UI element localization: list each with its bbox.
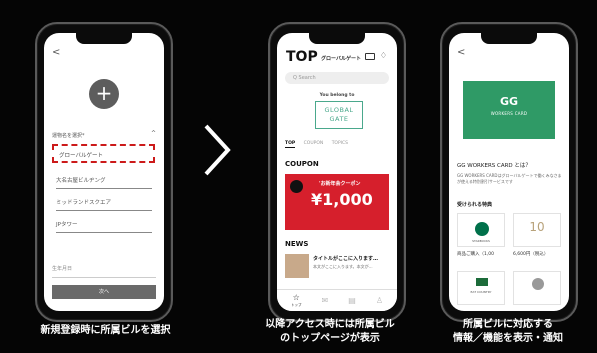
phone-mockup-registration: < + 運物名を選択* ^ グローバルゲート 大名古屋ビルヂング ミッドランドス…	[35, 22, 173, 322]
phone-notch	[481, 33, 537, 44]
coupon-badge	[290, 180, 303, 193]
perk-caption: 商品ご購入（1,00	[457, 252, 495, 257]
back-icon[interactable]: <	[457, 47, 465, 58]
tab-topics[interactable]: TOPICS	[332, 141, 348, 146]
perk-card-other[interactable]	[513, 271, 561, 305]
nav-top[interactable]: ☆ トップ	[291, 293, 302, 308]
star-icon: ☆	[292, 293, 300, 302]
nav-mail[interactable]: ✉	[322, 296, 329, 306]
birthdate-input[interactable]	[52, 277, 156, 278]
card-about-body: GG WORKERS CARDはグローバルゲートで働くみなさまが使える特別割引サ…	[457, 173, 562, 184]
perks-heading: 受けられる特典	[457, 202, 493, 208]
perk-card-starbucks[interactable]: STARBUCKS	[457, 213, 505, 247]
coupon-banner[interactable]: 'お新年会クーポン ¥1,000	[285, 174, 389, 230]
add-photo-icon[interactable]: +	[89, 79, 119, 109]
coupon-subtitle: 'お新年会クーポン	[319, 181, 361, 187]
ten-logo-icon: 10	[529, 220, 545, 234]
search-input[interactable]: Q Search	[285, 72, 389, 84]
page-title: TOP	[286, 49, 318, 65]
shop-logo-icon	[532, 278, 544, 290]
coupon-heading: COUPON	[285, 160, 319, 168]
building-option-global-gate[interactable]: グローバルゲート	[52, 144, 155, 163]
caption-card: 所属ビルに対応する 情報／機能を表示・通知	[418, 318, 597, 346]
user-icon: ♙	[375, 295, 383, 305]
shop-logo-icon	[476, 278, 488, 286]
bottom-nav: ☆ トップ ✉ ▤ ♙	[277, 289, 397, 311]
phone-mockup-top: TOP グローバルゲート ♢ Q Search You belong to GL…	[268, 22, 406, 322]
caption-line: 所属ビルに対応する	[463, 319, 553, 330]
card-subtitle: WORKERS CARD	[490, 111, 528, 116]
tab-bar: TOP COUPON TOPICS	[285, 141, 355, 148]
global-gate-logo: GLOBAL GATE	[315, 101, 363, 129]
tab-coupon[interactable]: COUPON	[304, 141, 324, 146]
phone-notch	[76, 33, 132, 44]
news-title[interactable]: タイトルがここに入ります…	[313, 255, 378, 262]
registration-screen: < + 運物名を選択* ^ グローバルゲート 大名古屋ビルヂング ミッドランドス…	[44, 33, 164, 311]
caption-top: 以降アクセス時には所属ビル のトップページが表示	[240, 318, 420, 346]
chevron-up-icon[interactable]: ^	[151, 130, 156, 137]
caption-line: 以降アクセス時には所属ビル	[265, 319, 395, 330]
chevron-right-icon	[204, 124, 231, 176]
news-heading: NEWS	[285, 240, 309, 248]
building-option[interactable]: JPタワー	[56, 215, 152, 233]
card-icon[interactable]	[365, 53, 375, 60]
news-body: 本文がここに入ります。本文が…	[313, 264, 373, 269]
perk-brand: STARBUCKS	[472, 239, 490, 243]
workers-card: GG WORKERS CARD	[463, 81, 555, 139]
logo-line: GLOBAL	[324, 106, 354, 114]
news-thumbnail[interactable]	[285, 254, 309, 278]
building-option[interactable]: ミッドランドスクエア	[56, 193, 152, 211]
birthdate-label: 生年月日	[52, 266, 73, 272]
phone-mockup-card: < GG WORKERS CARD GG WORKERS CARD とは？ GG…	[440, 22, 578, 322]
perk-brand: EAT COUNTRY	[470, 290, 492, 294]
nav-label: トップ	[291, 303, 302, 307]
phone-notch	[309, 33, 365, 44]
perk-caption: 6,600円（税込）	[513, 252, 549, 257]
mail-icon: ✉	[321, 295, 329, 305]
logo-line: GATE	[329, 115, 349, 123]
coupon-amount: ¥1,000	[311, 190, 373, 209]
belong-label: You belong to	[319, 93, 355, 98]
nav-doc[interactable]: ▤	[348, 296, 356, 306]
top-screen: TOP グローバルゲート ♢ Q Search You belong to GL…	[277, 33, 397, 311]
card-title: GG	[499, 95, 519, 108]
card-screen: < GG WORKERS CARD GG WORKERS CARD とは？ GG…	[449, 33, 569, 311]
doc-icon: ▤	[348, 295, 356, 305]
perk-card-ten[interactable]: 10	[513, 213, 561, 247]
card-about-title: GG WORKERS CARD とは？	[457, 163, 531, 169]
building-option[interactable]: 大名古屋ビルヂング	[56, 171, 152, 189]
tab-top[interactable]: TOP	[285, 141, 296, 148]
building-name: グローバルゲート	[321, 56, 361, 62]
bell-icon[interactable]: ♢	[380, 51, 387, 60]
next-button[interactable]: 次へ	[52, 285, 156, 299]
nav-user[interactable]: ♙	[376, 296, 383, 306]
caption-line: のトップページが表示	[280, 333, 380, 344]
building-select-label: 運物名を選択*	[52, 133, 85, 139]
back-icon[interactable]: <	[52, 47, 60, 58]
starbucks-logo-icon	[475, 222, 489, 236]
caption-registration: 新規登録時に所属ビルを選択	[40, 325, 171, 336]
caption-line: 情報／機能を表示・通知	[453, 333, 563, 344]
perk-card-eat-country[interactable]: EAT COUNTRY	[457, 271, 505, 305]
